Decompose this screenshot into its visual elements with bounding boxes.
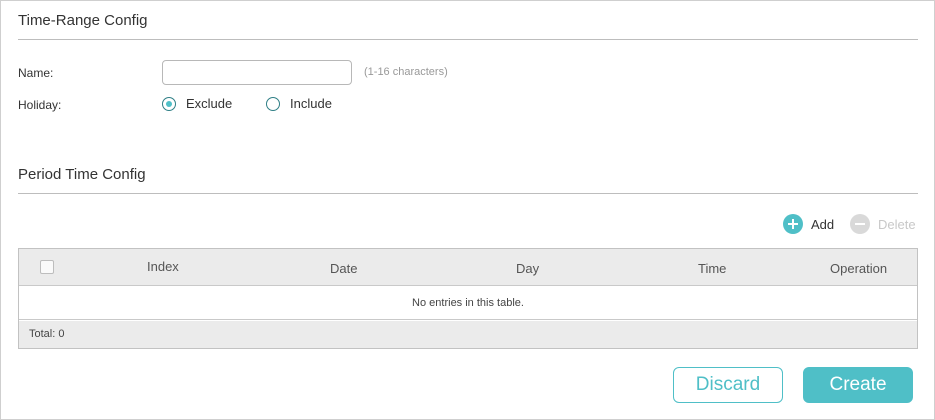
column-header-time: Time bbox=[698, 261, 727, 276]
add-label: Add bbox=[811, 216, 835, 232]
period-time-config-title: Period Time Config bbox=[18, 166, 146, 183]
section-divider bbox=[18, 193, 918, 194]
table-footer: Total: 0 bbox=[19, 321, 917, 348]
radio-selected-icon[interactable] bbox=[162, 96, 176, 111]
column-header-operation: Operation bbox=[830, 261, 888, 276]
period-time-table: Index Date Day Time Operation No entries… bbox=[18, 248, 918, 349]
holiday-radio-include[interactable]: Include bbox=[266, 96, 332, 111]
column-header-date: Date bbox=[330, 261, 358, 276]
radio-label: Include bbox=[290, 96, 332, 111]
empty-table-message: No entries in this table. bbox=[19, 287, 917, 320]
select-all-checkbox[interactable] bbox=[40, 260, 54, 274]
radio-label: Exclude bbox=[186, 96, 233, 111]
holiday-label: Holiday: bbox=[18, 98, 62, 112]
config-panel bbox=[0, 0, 935, 420]
total-count: Total: 0 bbox=[29, 328, 65, 340]
time-range-config-title: Time-Range Config bbox=[18, 12, 148, 29]
add-button[interactable]: Add bbox=[783, 214, 834, 234]
name-hint: (1-16 characters) bbox=[364, 66, 448, 78]
column-header-index: Index bbox=[147, 259, 179, 274]
column-header-day: Day bbox=[516, 261, 540, 276]
discard-button[interactable]: Discard bbox=[673, 367, 783, 403]
name-input[interactable] bbox=[162, 60, 352, 85]
name-label: Name: bbox=[18, 66, 54, 80]
radio-unselected-icon[interactable] bbox=[266, 96, 280, 111]
section-divider bbox=[18, 39, 918, 40]
delete-label: Delete bbox=[878, 216, 916, 232]
minus-circle-icon bbox=[850, 214, 870, 234]
table-header: Index Date Day Time Operation bbox=[19, 249, 917, 286]
holiday-radio-exclude[interactable]: Exclude bbox=[162, 96, 232, 111]
delete-button[interactable]: Delete bbox=[850, 214, 916, 234]
plus-circle-icon bbox=[783, 214, 803, 234]
create-button[interactable]: Create bbox=[803, 367, 913, 403]
